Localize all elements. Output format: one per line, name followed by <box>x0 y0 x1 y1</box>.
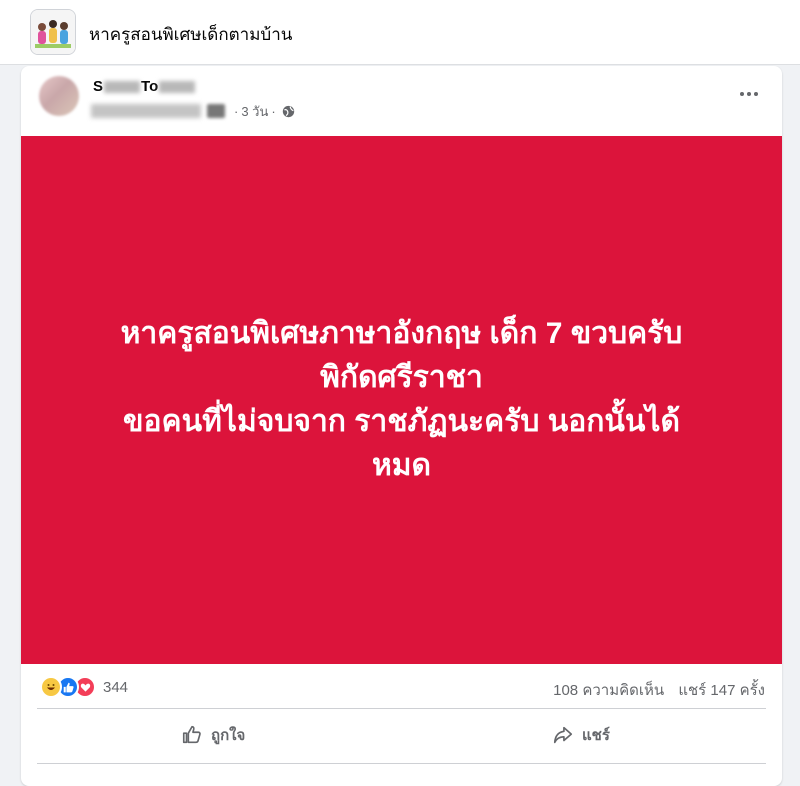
share-arrow-icon <box>553 726 573 744</box>
group-title[interactable]: หาครูสอนพิเศษเด็กตามบ้าน <box>89 21 292 48</box>
post-stats: 108 ความคิดเห็น แชร์ 147 ครั้ง <box>543 678 765 702</box>
group-cover-thumbnail[interactable] <box>30 9 76 55</box>
member-badge-icon <box>207 104 225 118</box>
author-name-second: To <box>141 78 159 95</box>
share-label: แชร์ <box>582 727 610 744</box>
reactions-summary[interactable]: 344 <box>40 676 128 698</box>
redacted-name-part <box>104 81 141 94</box>
post-timestamp[interactable]: 3 วัน <box>241 101 268 122</box>
like-label: ถูกใจ <box>211 727 246 744</box>
post-text: หาครูสอนพิเศษภาษาอังกฤษ เด็ก 7 ขวบครับ พ… <box>120 317 683 482</box>
thumbs-up-icon <box>182 725 201 744</box>
group-header: หาครูสอนพิเศษเด็กตามบ้าน <box>0 0 800 65</box>
author-avatar[interactable] <box>39 76 79 116</box>
meta-separator: · <box>271 103 276 119</box>
globe-icon <box>282 105 295 118</box>
like-button[interactable]: ถูกใจ <box>181 721 245 749</box>
share-count-link[interactable]: แชร์ 147 ครั้ง <box>678 682 765 699</box>
author-name-first: S <box>93 78 104 95</box>
more-options-icon <box>740 92 758 96</box>
haha-icon <box>40 676 62 698</box>
post-card: S To · 3 วัน · หาครูสอนพิเศษภาษาอังกฤษ เด… <box>21 66 782 786</box>
divider <box>37 708 766 709</box>
meta-separator: · <box>234 103 239 119</box>
comment-count-link[interactable]: 108 ความคิดเห็น <box>553 682 664 699</box>
redacted-name-part <box>159 81 196 94</box>
divider <box>37 763 766 764</box>
more-options-button[interactable] <box>738 86 760 102</box>
share-button[interactable]: แชร์ <box>552 721 610 749</box>
reaction-count: 344 <box>103 678 129 696</box>
redacted-role <box>91 104 201 118</box>
post-background: หาครูสอนพิเศษภาษาอังกฤษ เด็ก 7 ขวบครับ พ… <box>21 136 782 664</box>
post-meta: · 3 วัน · <box>91 102 295 120</box>
author-name[interactable]: S To <box>93 78 196 95</box>
